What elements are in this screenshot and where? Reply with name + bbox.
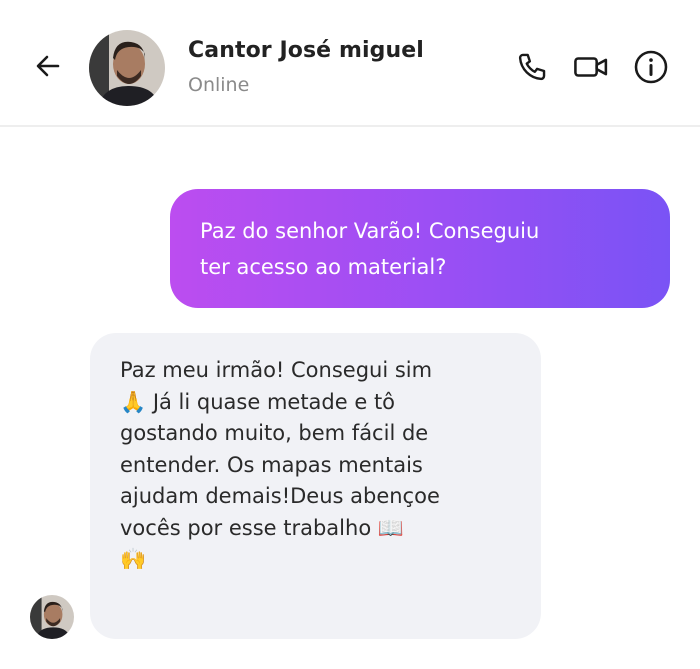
incoming-message[interactable]: Paz meu irmão! Consegui sim 🙏 Já li quas…: [90, 333, 541, 639]
outgoing-message[interactable]: Paz do senhor Varão! Conseguiu ter acess…: [170, 189, 670, 308]
info-icon: [634, 50, 668, 84]
message-line: ter acesso ao material?: [200, 255, 447, 279]
message-line: 🙏 Já li quase metade e tô: [120, 389, 396, 414]
message-line: ajudam demais!Deus abençoe: [120, 484, 440, 508]
message-line: entender. Os mapas mentais: [120, 452, 423, 477]
message-line: Paz meu irmão! Consegui sim: [120, 358, 433, 382]
message-line: Paz do senhor Varão! Conseguiu: [200, 219, 540, 243]
chat-header: Cantor José miguel Online: [0, 0, 700, 127]
person-photo: [30, 595, 74, 639]
info-button[interactable]: [631, 47, 671, 87]
call-button[interactable]: [512, 47, 552, 87]
message-line: vocês por esse trabalho 📖: [120, 515, 404, 540]
video-call-button[interactable]: [571, 47, 611, 87]
arrow-left-icon: [36, 55, 60, 77]
contact-status: Online: [188, 74, 250, 96]
sender-avatar[interactable]: [30, 595, 74, 639]
message-line: 🙌: [120, 547, 147, 571]
back-button[interactable]: [28, 46, 68, 86]
person-photo: [89, 30, 165, 106]
video-camera-icon: [574, 57, 608, 77]
phone-icon: [518, 53, 546, 81]
contact-avatar[interactable]: [89, 30, 165, 106]
contact-name: Cantor José miguel: [188, 38, 424, 63]
message-line: gostando muito, bem fácil de: [120, 421, 429, 445]
